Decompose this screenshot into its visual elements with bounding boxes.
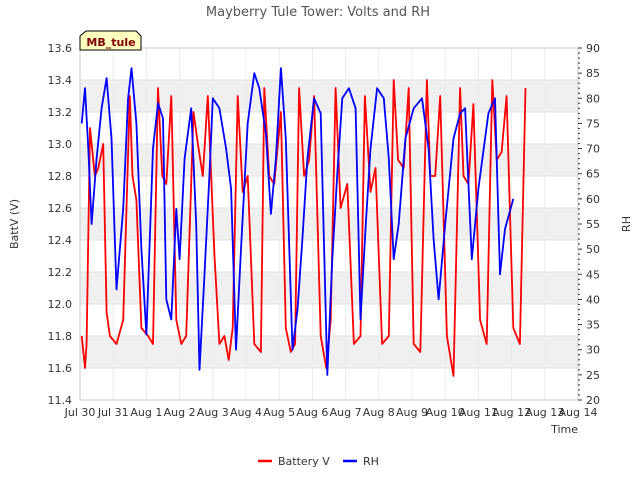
x-tick-label: Aug 1	[130, 406, 162, 419]
x-tick-label: Jul 30	[64, 406, 96, 419]
y2-tick-label: 35	[586, 319, 600, 332]
y2-tick-label: 45	[586, 268, 600, 281]
y-tick-label: 11.8	[48, 330, 73, 343]
y2-tick-label: 30	[586, 344, 600, 357]
y2-tick-label: 60	[586, 193, 600, 206]
y2-axis-label: RH	[620, 216, 633, 232]
annotation-label: MB_tule	[86, 36, 135, 49]
y-tick-label: 13.4	[48, 74, 73, 87]
x-tick-label: Aug 6	[296, 406, 328, 419]
plot-band	[80, 80, 578, 112]
x-axis-label: Time	[550, 423, 578, 436]
left-axis: 11.411.611.812.012.212.412.612.813.013.2…	[48, 42, 73, 407]
x-tick-label: Aug 2	[164, 406, 196, 419]
right-axis: 202530354045505560657075808590	[578, 42, 600, 407]
y2-tick-label: 80	[586, 92, 600, 105]
x-tick-label: Aug 3	[197, 406, 229, 419]
y2-tick-label: 65	[586, 168, 600, 181]
annotation-box: MB_tule	[79, 30, 142, 51]
y-tick-label: 13.6	[48, 42, 73, 55]
y2-tick-label: 25	[586, 369, 600, 382]
x-tick-label: Aug 9	[396, 406, 428, 419]
x-tick-label: Aug 7	[330, 406, 362, 419]
x-tick-label: Aug 14	[559, 406, 598, 419]
y2-tick-label: 50	[586, 243, 600, 256]
x-tick-label: Jul 31	[97, 406, 129, 419]
y2-tick-label: 85	[586, 67, 600, 80]
plot-band	[80, 144, 578, 176]
x-axis: Jul 30 Jul 31 Aug 1 Aug 2 Aug 3 Aug 4 Aug 5 Aug…	[64, 406, 598, 419]
legend-label-battery: Battery V	[278, 455, 330, 468]
chart-title: Mayberry Tule Tower: Volts and RH	[206, 5, 430, 20]
y-tick-label: 12.0	[48, 298, 73, 311]
y-tick-label: 13.2	[48, 106, 73, 119]
y-tick-label: 12.8	[48, 170, 73, 183]
y2-tick-label: 70	[586, 143, 600, 156]
y-tick-label: 12.2	[48, 266, 73, 279]
y2-tick-label: 75	[586, 117, 600, 130]
y-tick-label: 12.4	[48, 234, 73, 247]
x-tick-label: Aug 5	[263, 406, 295, 419]
y-axis-label: BattV (V)	[8, 199, 21, 249]
legend-label-rh: RH	[363, 455, 379, 468]
legend: Battery V RH	[258, 455, 379, 468]
y-tick-label: 11.6	[48, 362, 73, 375]
x-tick-label: Aug 4	[230, 406, 262, 419]
y-tick-label: 12.6	[48, 202, 73, 215]
x-tick-label: Aug 8	[363, 406, 395, 419]
chart: 11.411.611.812.012.212.412.612.813.013.2…	[8, 5, 633, 468]
y2-tick-label: 40	[586, 293, 600, 306]
y-tick-label: 13.0	[48, 138, 73, 151]
y2-tick-label: 55	[586, 218, 600, 231]
y2-tick-label: 90	[586, 42, 600, 55]
